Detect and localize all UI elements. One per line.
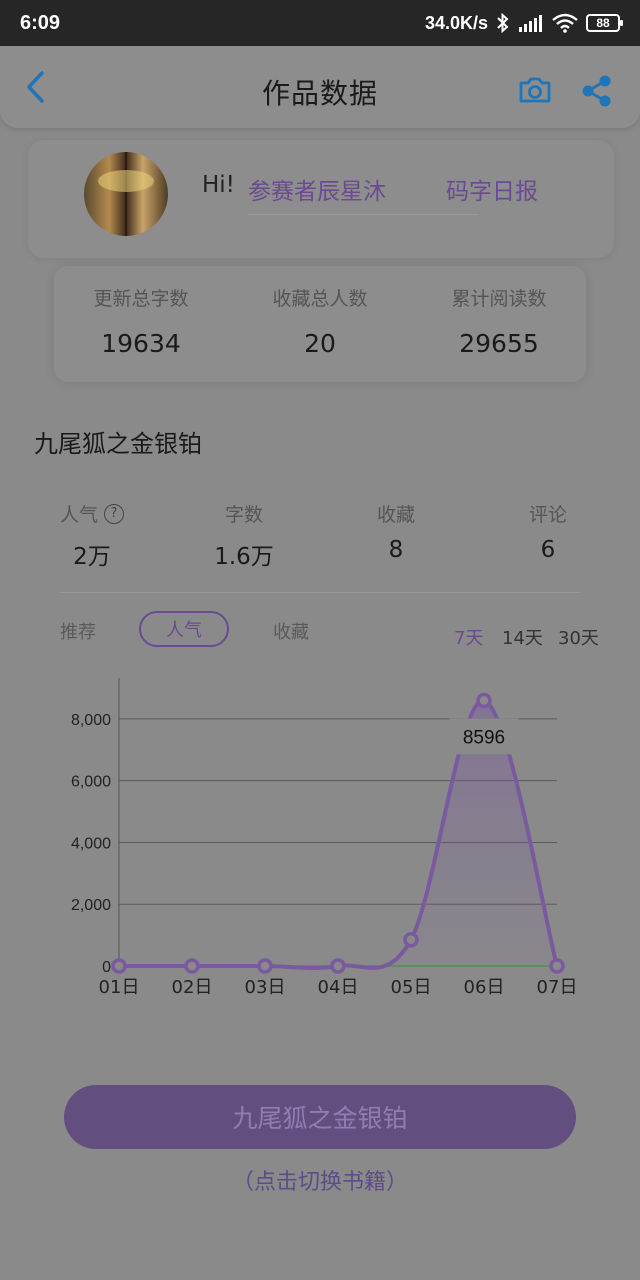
x-tick-label: 02日	[172, 977, 213, 998]
x-tick-label: 01日	[99, 977, 140, 998]
share-icon	[582, 75, 611, 107]
network-speed: 34.0K/s	[424, 12, 488, 33]
stat-value: 19634	[101, 329, 181, 358]
x-tick-label: 07日	[537, 977, 578, 998]
signal-icon	[518, 14, 544, 32]
divider	[60, 592, 580, 593]
range-7-days[interactable]: 7天	[454, 624, 483, 650]
share-button[interactable]	[578, 73, 614, 109]
stat-total-reads: 累计阅读数 29655	[409, 284, 589, 358]
status-indicators: 34.0K/s 88	[424, 12, 623, 34]
range-14-days[interactable]: 14天	[502, 624, 543, 650]
screenshot-button[interactable]	[516, 75, 554, 105]
daily-report-link[interactable]: 码字日报	[446, 172, 538, 206]
metric-label: 字数	[224, 504, 263, 526]
metric-label: 人气	[59, 504, 98, 526]
avatar[interactable]	[84, 152, 168, 236]
y-tick-label: 4,000	[71, 835, 111, 852]
metric-label: 收藏	[376, 504, 415, 526]
wifi-icon	[552, 13, 578, 33]
y-tick-label: 0	[102, 959, 111, 976]
stat-label: 累计阅读数	[451, 288, 547, 310]
stat-label: 收藏总人数	[272, 288, 368, 310]
data-point	[111, 958, 127, 974]
metric-value: 2万	[73, 544, 111, 570]
data-point	[549, 958, 565, 974]
tab-popularity[interactable]: 人气	[139, 611, 229, 647]
stat-value: 29655	[459, 329, 539, 358]
y-tick-label: 8,000	[71, 712, 111, 729]
metric-popularity: 人气 ? 2万	[22, 500, 162, 571]
y-tick-label: 6,000	[71, 774, 111, 791]
username: 参赛者辰星沐	[248, 179, 386, 205]
app-header: 作品数据	[0, 46, 640, 128]
metric-value: 6	[540, 537, 556, 563]
profile-card: Hi! 参赛者辰星沐 码字日报	[28, 140, 614, 258]
stats-card: 更新总字数 19634 收藏总人数 20 累计阅读数 29655	[54, 266, 586, 382]
status-bar: 6:09 34.0K/s 88	[0, 0, 640, 46]
metric-comments: 评论 6	[478, 500, 618, 563]
data-point	[184, 958, 200, 974]
metric-label: 评论	[528, 504, 567, 526]
popularity-chart: 0 2,000 4,000 6,000 8,000 8596 01日 02日 03日 04日 05日…	[71, 678, 578, 998]
tab-recommend[interactable]: 推荐	[60, 618, 96, 644]
data-point	[257, 958, 273, 974]
book-title: 九尾狐之金银铂	[34, 430, 202, 458]
back-button[interactable]	[18, 70, 52, 104]
battery-icon: 88	[586, 14, 623, 32]
x-tick-label: 04日	[318, 977, 359, 998]
metric-favorites: 收藏 8	[326, 500, 466, 563]
stat-total-favorites: 收藏总人数 20	[230, 284, 410, 358]
data-point	[330, 958, 346, 974]
help-icon[interactable]: ?	[104, 503, 124, 524]
switch-book-hint[interactable]: （点击切换书籍）	[0, 1164, 640, 1196]
data-label: 8596	[463, 727, 505, 748]
x-tick-label: 03日	[245, 977, 286, 998]
stat-label: 更新总字数	[93, 288, 189, 310]
greeting: Hi!	[202, 172, 235, 198]
range-30-days[interactable]: 30天	[558, 624, 599, 650]
x-tick-label: 05日	[391, 977, 432, 998]
status-time: 6:09	[20, 11, 61, 34]
data-point	[403, 931, 419, 948]
x-tick-label: 06日	[464, 977, 505, 998]
tab-favorites[interactable]: 收藏	[273, 618, 309, 644]
y-tick-label: 2,000	[71, 897, 111, 914]
data-point	[476, 692, 492, 709]
stat-value: 20	[304, 329, 336, 358]
bluetooth-icon	[496, 13, 510, 33]
metric-words: 字数 1.6万	[174, 500, 314, 571]
divider	[248, 214, 478, 215]
metric-value: 8	[388, 537, 404, 563]
camera-icon	[519, 77, 551, 103]
chevron-left-icon	[27, 71, 44, 103]
metric-value: 1.6万	[214, 544, 274, 570]
stat-total-words: 更新总字数 19634	[51, 284, 231, 358]
book-switch-button[interactable]: 九尾狐之金银铂	[64, 1085, 576, 1149]
